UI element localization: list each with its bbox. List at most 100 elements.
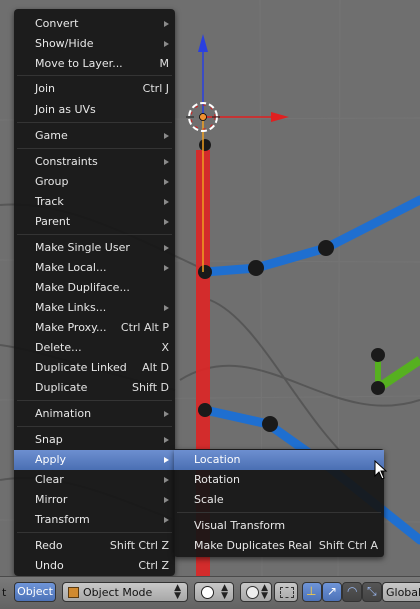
submenu-item-visual-transform[interactable]: Visual Transform [174, 516, 384, 536]
submenu-arrow-icon [164, 159, 169, 165]
menu-item-duplicate[interactable]: Duplicate Shift D [14, 378, 175, 398]
submenu-arrow-icon [164, 517, 169, 523]
menu-item-convert[interactable]: Convert [14, 14, 175, 34]
submenu-arrow-icon [164, 265, 169, 271]
submenu-arrow-icon [164, 41, 169, 47]
menu-item-apply[interactable]: Apply [14, 450, 175, 470]
menu-item-label: Game [35, 129, 68, 142]
menu-item-label: Group [35, 175, 69, 188]
menu-item-constraints[interactable]: Constraints [14, 152, 175, 172]
submenu-item-make-duplicates-real[interactable]: Make Duplicates Real Shift Ctrl A [174, 536, 384, 556]
menu-item-snap[interactable]: Snap [14, 430, 175, 450]
menu-item-delete[interactable]: Delete... X [14, 338, 175, 358]
solid-sphere-icon [201, 586, 214, 599]
menu-item-label: Join as UVs [35, 103, 96, 116]
menu-separator [177, 512, 381, 513]
menu-item-shortcut: Ctrl Alt P [120, 321, 169, 334]
menu-separator [17, 532, 172, 533]
rotate-icon: ◠ [347, 584, 358, 598]
viewport-header: t Object Object Mode ▲ ▼ ▲ ▼ ▲ ▼ ⊥ ↗ ◠ ⤡ Gl… [0, 576, 420, 609]
menu-item-shortcut: Shift D [132, 381, 169, 394]
menu-item-duplicate-linked[interactable]: Duplicate Linked Alt D [14, 358, 175, 378]
mode-select[interactable]: Object Mode ▲ ▼ [62, 582, 188, 602]
object-origin [199, 113, 207, 121]
snap-toggle[interactable] [274, 582, 298, 602]
mode-label: Object Mode [83, 586, 153, 599]
menu-item-track[interactable]: Track [14, 192, 175, 212]
menu-item-label: Track [35, 195, 64, 208]
submenu-arrow-icon [164, 219, 169, 225]
submenu-arrow-icon [164, 245, 169, 251]
menu-item-shortcut: Ctrl J [142, 82, 169, 95]
menu-item-label: Parent [35, 215, 71, 228]
menu-item-group[interactable]: Group [14, 172, 175, 192]
submenu-arrow-icon [164, 133, 169, 139]
menu-item-make-single-user[interactable]: Make Single User [14, 238, 175, 258]
submenu-item-rotation[interactable]: Rotation [174, 470, 384, 490]
manipulator-toggle[interactable]: ⊥ [302, 582, 322, 602]
gizmo-x-arrow [271, 112, 289, 122]
menu-item-parent[interactable]: Parent [14, 212, 175, 232]
view-menu-fragment[interactable]: t [2, 586, 6, 599]
menu-item-shortcut: X [161, 341, 169, 354]
menu-item-label: Make Proxy... [35, 321, 107, 334]
translate-manipulator-button[interactable]: ↗ [322, 582, 342, 602]
dropdown-arrows-icon: ▲ ▼ [174, 583, 181, 601]
menu-item-show-hide[interactable]: Show/Hide [14, 34, 175, 54]
menu-item-label: Move to Layer... [35, 57, 123, 70]
submenu-arrow-icon [164, 305, 169, 311]
menu-item-make-dupliface[interactable]: Make Dupliface... [14, 278, 175, 298]
pivot-point-select[interactable]: ▲ ▼ [240, 582, 272, 602]
scale-icon: ⤡ [367, 584, 377, 598]
mouse-cursor-icon [374, 460, 388, 480]
manipulator-icon: ⊥ [306, 584, 317, 598]
submenu-arrow-icon [164, 199, 169, 205]
apply-submenu: Location Rotation Scale Visual Transform Mak… [174, 449, 384, 557]
menu-item-shortcut: Alt D [142, 361, 169, 374]
scale-manipulator-button[interactable]: ⤡ [362, 582, 382, 602]
submenu-arrow-icon [164, 437, 169, 443]
menu-item-label: Duplicate Linked [35, 361, 127, 374]
menu-item-join[interactable]: Join Ctrl J [14, 79, 175, 99]
menu-item-animation[interactable]: Animation [14, 404, 175, 424]
menu-item-label: Constraints [35, 155, 98, 168]
menu-item-make-proxy[interactable]: Make Proxy... Ctrl Alt P [14, 318, 175, 338]
menu-item-label: Animation [35, 407, 92, 420]
menu-item-label: Mirror [35, 493, 68, 506]
green-curve [375, 356, 420, 392]
submenu-item-label: Scale [194, 493, 224, 506]
menu-item-redo[interactable]: Redo Shift Ctrl Z [14, 536, 175, 556]
menu-item-label: Undo [35, 559, 64, 572]
menu-item-transform[interactable]: Transform [14, 510, 175, 530]
menu-item-shortcut: Shift Ctrl Z [109, 539, 169, 552]
menu-item-move-to-layer[interactable]: Move to Layer... M [14, 54, 175, 74]
object-menu-button[interactable]: Object [14, 582, 56, 602]
menu-item-clear[interactable]: Clear [14, 470, 175, 490]
menu-separator [17, 148, 172, 149]
menu-item-game[interactable]: Game [14, 126, 175, 146]
menu-item-label: Make Local... [35, 261, 107, 274]
menu-item-shortcut: M [159, 57, 170, 70]
submenu-item-shortcut: Shift Ctrl A [318, 539, 378, 552]
menu-item-mirror[interactable]: Mirror [14, 490, 175, 510]
submenu-item-location[interactable]: Location [174, 450, 384, 470]
menu-item-label: Make Single User [35, 241, 130, 254]
dropdown-arrows-icon: ▲ ▼ [221, 583, 228, 601]
submenu-arrow-icon [164, 477, 169, 483]
menu-item-label: Make Dupliface... [35, 281, 130, 294]
menu-item-label: Transform [35, 513, 90, 526]
submenu-arrow-icon [164, 179, 169, 185]
menu-item-join-as-uvs[interactable]: Join as UVs [14, 100, 175, 120]
menu-separator [17, 122, 172, 123]
object-menu-label: Object [17, 585, 53, 598]
menu-item-undo[interactable]: Undo Ctrl Z [14, 556, 175, 576]
rotate-manipulator-button[interactable]: ◠ [342, 582, 362, 602]
menu-item-make-links[interactable]: Make Links... [14, 298, 175, 318]
viewport-shading-select[interactable]: ▲ ▼ [194, 582, 234, 602]
submenu-item-scale[interactable]: Scale [174, 490, 384, 510]
menu-item-label: Redo [35, 539, 63, 552]
orientation-select[interactable]: Global [382, 582, 420, 602]
menu-item-make-local[interactable]: Make Local... [14, 258, 175, 278]
submenu-item-label: Make Duplicates Real [194, 539, 312, 552]
gizmo-z-arrow [198, 34, 208, 52]
